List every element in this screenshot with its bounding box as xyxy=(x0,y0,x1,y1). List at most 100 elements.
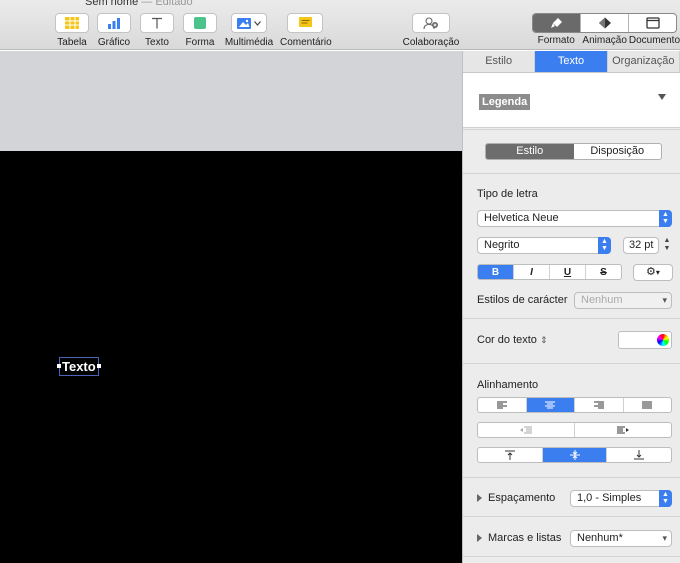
updown-chevron-icon: ⇕ xyxy=(539,335,548,345)
slide-text: Texto xyxy=(62,359,96,374)
align-right-icon xyxy=(593,401,604,409)
updown-arrows-icon: ▲ ▼ xyxy=(598,237,611,254)
justify-button[interactable] xyxy=(624,398,672,412)
document-name: Sem nome xyxy=(85,0,139,8)
align-left-icon xyxy=(496,401,507,409)
decrease-indent-button[interactable] xyxy=(478,423,575,437)
text-label: Texto xyxy=(145,37,169,48)
resize-handle-right[interactable] xyxy=(96,364,101,368)
comment-icon xyxy=(298,17,312,27)
updown-arrows-icon: ▲ ▼ xyxy=(659,490,672,507)
text-color-well[interactable] xyxy=(618,331,672,349)
slide-canvas-area: Texto xyxy=(0,51,462,563)
font-size-field[interactable]: 32 pt xyxy=(623,237,659,254)
disclosure-triangle-icon[interactable] xyxy=(658,94,666,100)
color-wheel-icon[interactable] xyxy=(657,334,669,346)
italic-button[interactable]: I xyxy=(514,265,550,279)
font-weight-value: Negrito xyxy=(484,239,520,251)
chart-button[interactable]: Gráfico xyxy=(96,13,132,48)
disclosure-triangle-icon xyxy=(477,494,482,503)
increase-indent-button[interactable] xyxy=(575,423,671,437)
table-button[interactable]: Tabela xyxy=(54,13,90,48)
text-format-buttons: B I U S xyxy=(477,264,622,280)
window-title: Sem nome — Editado xyxy=(85,0,193,8)
outdent-icon xyxy=(520,426,532,434)
resize-handle-left[interactable] xyxy=(57,364,61,368)
font-family-select[interactable]: Helvetica Neue ▲ ▼ xyxy=(477,210,672,227)
horizontal-alignment-buttons xyxy=(477,397,672,413)
document-icon xyxy=(645,17,660,29)
toolbar: Sem nome — Editado Tabela Gráfico Texto … xyxy=(0,0,680,50)
inspector-mode-segmented xyxy=(532,13,677,33)
media-button[interactable]: Multimédia xyxy=(224,13,274,48)
underline-button[interactable]: U xyxy=(550,265,586,279)
table-label: Tabela xyxy=(57,37,87,48)
text-options-menu[interactable]: ⚙▾ xyxy=(633,264,673,281)
divider xyxy=(463,477,680,478)
bold-button[interactable]: B xyxy=(478,265,514,279)
align-middle-button[interactable] xyxy=(542,448,608,462)
divider xyxy=(463,318,680,319)
media-label: Multimédia xyxy=(224,37,274,48)
align-bottom-button[interactable] xyxy=(607,448,671,462)
comment-button[interactable]: Comentário xyxy=(280,13,332,48)
tab-arrange[interactable]: Organização xyxy=(608,51,680,72)
vertical-alignment-buttons xyxy=(477,447,672,463)
tab-style[interactable]: Estilo xyxy=(463,51,536,72)
font-size-stepper[interactable]: ▲ ▼ xyxy=(662,237,672,254)
inspector-tabs: Estilo Texto Organização xyxy=(463,51,680,73)
media-icon xyxy=(237,17,251,29)
animation-mode-button[interactable] xyxy=(581,14,629,32)
paragraph-style-name: Legenda xyxy=(479,94,531,110)
shape-button[interactable]: Forma xyxy=(182,13,218,48)
font-section-label: Tipo de letra xyxy=(477,188,538,200)
text-icon xyxy=(152,17,162,29)
align-center-icon xyxy=(545,401,556,409)
slide[interactable]: Texto xyxy=(0,151,462,563)
gear-icon: ⚙ xyxy=(646,266,656,278)
divider xyxy=(463,363,680,364)
collaboration-icon xyxy=(423,17,438,29)
subtab-style[interactable]: Estilo xyxy=(486,144,574,159)
slide-text-box[interactable]: Texto xyxy=(57,357,101,376)
align-right-button[interactable] xyxy=(575,398,624,412)
bullets-value: Nenhum* xyxy=(577,532,623,544)
text-button[interactable]: Texto xyxy=(139,13,175,48)
document-mode-button[interactable] xyxy=(629,14,676,32)
tab-text[interactable]: Texto xyxy=(535,51,608,72)
subtab-layout[interactable]: Disposição xyxy=(574,144,662,159)
document-mode-label: Documento xyxy=(628,35,680,46)
spacing-select[interactable]: 1,0 - Simples ▲ ▼ xyxy=(570,490,672,507)
align-left-button[interactable] xyxy=(478,398,527,412)
text-color-label[interactable]: Cor do texto ⇕ xyxy=(477,334,548,346)
bullets-label: Marcas e listas xyxy=(488,532,562,544)
animation-diamond-icon xyxy=(598,17,611,29)
spacing-disclosure[interactable]: Espaçamento xyxy=(477,492,555,504)
spacing-value: 1,0 - Simples xyxy=(577,492,642,504)
align-top-button[interactable] xyxy=(478,448,543,462)
char-styles-select: Nenhum ▾ xyxy=(574,292,672,309)
paragraph-style-picker[interactable]: Legenda xyxy=(463,73,680,128)
inspector-panel: Estilo Texto Organização Legenda Estilo … xyxy=(462,51,680,563)
indent-buttons xyxy=(477,422,672,438)
bullets-disclosure[interactable]: Marcas e listas xyxy=(477,532,561,544)
bullets-select[interactable]: Nenhum* ▾ xyxy=(570,530,672,547)
indent-icon xyxy=(617,426,629,434)
chevron-down-icon xyxy=(254,20,261,26)
collaboration-button[interactable]: Colaboração xyxy=(400,13,462,48)
font-weight-select[interactable]: Negrito ▲ ▼ xyxy=(477,237,611,254)
document-status: — Editado xyxy=(141,0,193,8)
strikethrough-button[interactable]: S xyxy=(586,265,621,279)
comment-label: Comentário xyxy=(280,37,332,48)
divider xyxy=(463,556,680,557)
chart-label: Gráfico xyxy=(97,37,131,48)
updown-arrows-icon: ▲ ▼ xyxy=(659,210,672,227)
format-mode-button[interactable] xyxy=(533,14,581,32)
chevron-down-icon: ▾ xyxy=(655,268,660,277)
inspector-mode-labels: Formato Animação Documento xyxy=(532,35,680,46)
chart-icon xyxy=(108,18,120,29)
justify-icon xyxy=(642,401,653,409)
align-center-button[interactable] xyxy=(526,398,575,412)
spacing-label: Espaçamento xyxy=(488,492,556,504)
divider xyxy=(463,516,680,517)
